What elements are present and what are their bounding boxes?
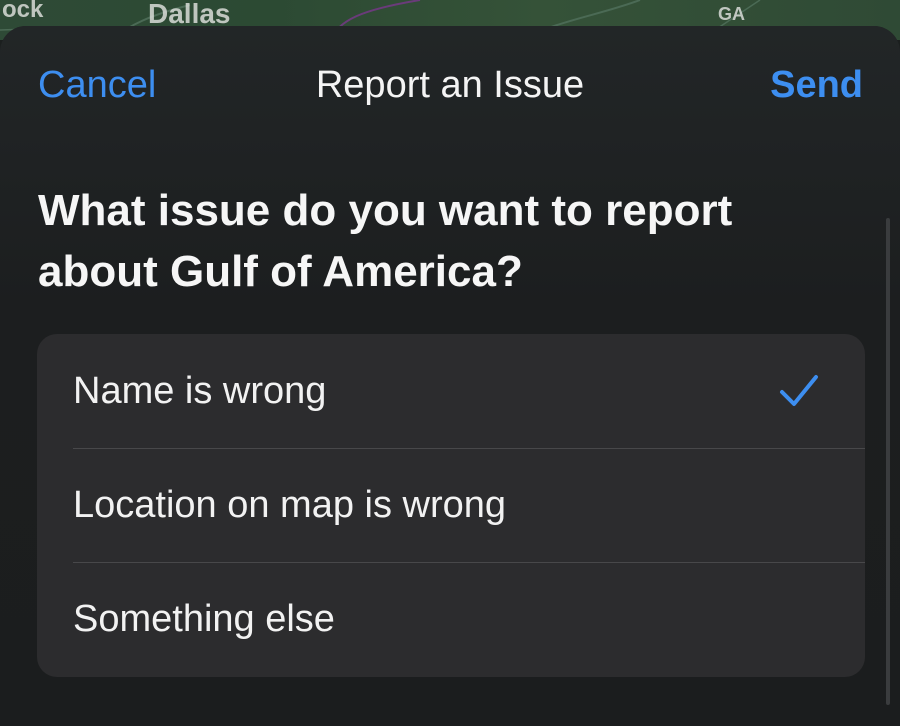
map-label-state: GA xyxy=(718,4,745,24)
navigation-bar: Cancel Report an Issue Send xyxy=(0,64,900,110)
send-button[interactable]: Send xyxy=(770,64,863,107)
map-label-city: ock xyxy=(2,0,44,23)
scrollbar[interactable] xyxy=(886,218,890,705)
sheet-title: Report an Issue xyxy=(315,64,585,106)
question-heading: What issue do you want to report about G… xyxy=(38,186,733,296)
option-label: Name is wrong xyxy=(73,369,327,412)
option-label: Something else xyxy=(73,597,335,640)
checkmark-icon xyxy=(779,374,819,413)
option-location-is-wrong[interactable]: Location on map is wrong xyxy=(37,448,865,562)
issue-options-list: Name is wrong Location on map is wrong S… xyxy=(37,334,865,677)
option-name-is-wrong[interactable]: Name is wrong xyxy=(37,334,865,448)
option-label: Location on map is wrong xyxy=(73,483,507,526)
option-something-else[interactable]: Something else xyxy=(37,562,865,676)
